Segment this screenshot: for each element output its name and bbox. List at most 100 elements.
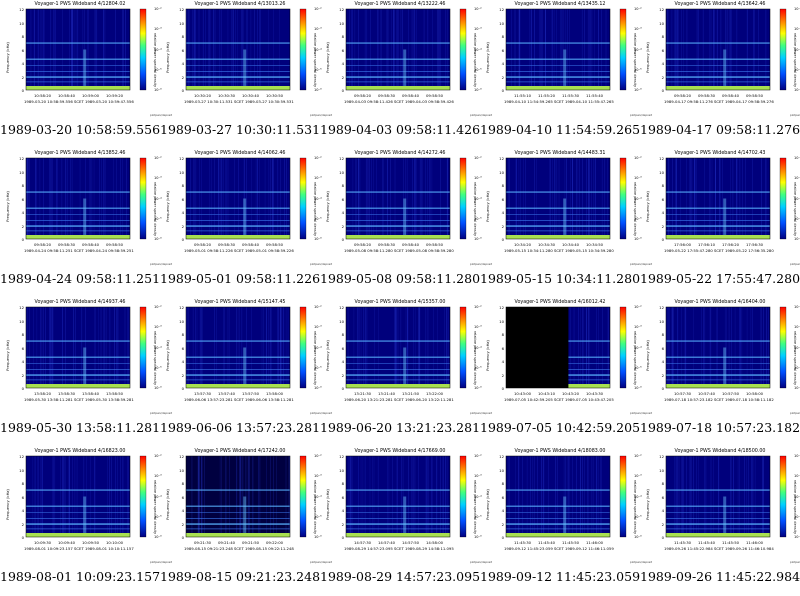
spectrogram-thumbnail[interactable]: Voyager-1 PWS Wideband 4/13222.46 12 10 8 6 4… [320,0,492,149]
x-tick-label: 10:59:00 [82,93,100,98]
y-axis-label: Frequency (kHz) [644,489,650,520]
x-tick-label: 11:45:50 [722,540,740,545]
colorbar [779,8,787,91]
y-tick-label: 10 [19,169,24,175]
x-tick-label: 09:58:20 [34,242,52,247]
colorbar [299,8,307,91]
y-tick-label: 12 [339,7,344,12]
spectrogram-thumbnail[interactable]: Voyager-1 PWS Wideband 4/14702.43 12 10 8 6 4… [640,149,800,298]
spectrogram-thumbnail[interactable]: Voyager-1 PWS Wideband 4/14937.46 12 10 8 6 4… [0,298,172,447]
spectrogram-gallery: Voyager-1 PWS Wideband 4/12804.02 12 10 8 6 4… [0,0,800,596]
x-tick-label: 14:57:30 [354,540,372,545]
x-tick-label: 11:45:40 [538,540,556,545]
y-tick-label: 6 [501,47,504,53]
spectrogram-thumbnail[interactable]: Voyager-1 PWS Wideband 4/13013.26 12 10 8 6 4… [160,0,332,149]
y-tick-label: 12 [499,7,504,12]
y-tick-label: 6 [21,494,24,500]
burst-column [563,49,567,86]
noise-floor [186,86,290,90]
y-tick-label: 0 [661,386,664,391]
x-tick-label: 09:58:40 [82,242,100,247]
spectrogram-thumbnail[interactable]: Voyager-1 PWS Wideband 4/13435.12 12 10 8 6 4… [480,0,652,149]
y-tick-label: 10 [339,20,344,26]
y-axis-label: Frequency (kHz) [164,42,170,73]
y-tick-label: 0 [341,386,344,391]
spectrogram-thumbnail[interactable]: Voyager-1 PWS Wideband 4/15357.00 12 10 8 6 4… [320,298,492,447]
time-range-label: 1989-05-30 13:58:11.281 SCET 1989-05-30 … [24,397,134,402]
thumbnail-caption: 1989-05-22 17:55:47.280 [640,271,800,286]
y-axis-label: Frequency (kHz) [644,42,650,73]
plot-title: Voyager-1 PWS Wideband 4/14062.46 [194,151,286,156]
time-range-label: 1989-04-17 09:58:11.276 SCET 1989-04-17 … [664,99,774,104]
x-tick-label: 09:58:40 [402,242,420,247]
y-tick-label: 12 [499,305,504,310]
y-axis-label: Frequency (kHz) [164,340,170,371]
burst-column [403,496,407,533]
colorbar-label: relative power spectral density [153,32,158,88]
x-tick-label: 09:58:50 [746,93,764,98]
spectrogram-thumbnail[interactable]: Voyager-1 PWS Wideband 4/16404.00 12 10 8 6 4… [640,298,800,447]
colorbar [619,157,627,240]
y-tick-label: 10 [499,20,504,26]
noise-floor [26,384,130,388]
y-tick-label: 0 [181,237,184,242]
y-axis-label: Frequency (kHz) [4,42,10,73]
y-tick-label: 0 [21,535,24,540]
y-tick-label: 0 [181,88,184,93]
colorbar [619,306,627,389]
x-tick-label: 09:58:50 [266,242,284,247]
y-tick-label: 2 [341,521,344,527]
y-tick-label: 4 [661,61,664,66]
y-tick-label: 12 [179,7,184,12]
spectrogram-thumbnail[interactable]: Voyager-1 PWS Wideband 4/16012.42 12 10 8 6 4… [480,298,652,447]
time-range-label: 1989-03-20 10:58:59.556 SCET 1989-03-20 … [24,99,134,104]
x-tick-label: 11:55:20 [538,93,556,98]
spectrogram-thumbnail[interactable]: Voyager-1 PWS Wideband 4/13852.46 12 10 8 6 4… [0,149,172,298]
y-tick-label: 0 [501,88,504,93]
y-tick-label: 0 [501,535,504,540]
spectrogram-thumbnail[interactable]: Voyager-1 PWS Wideband 4/14062.46 12 10 8 6 4… [160,149,332,298]
noise-floor [506,235,610,239]
spectrogram-thumbnail[interactable]: Voyager-1 PWS Wideband 4/17669.00 12 10 8 6 4… [320,447,492,596]
spectrogram-thumbnail[interactable]: Voyager-1 PWS Wideband 4/15147.45 12 10 8 6 4… [160,298,332,447]
y-tick-label: 2 [661,521,664,527]
y-tick-label: 6 [501,196,504,202]
y-tick-label: 4 [21,508,24,513]
colorbar [459,455,467,538]
y-tick-label: 12 [19,156,24,161]
colorbar [619,455,627,538]
spectrogram-thumbnail[interactable]: Voyager-1 PWS Wideband 4/12804.02 12 10 8 6 4… [0,0,172,149]
time-range-label: 1989-09-26 11:45:22.984 SCET 1989-09-26 … [664,546,774,551]
y-tick-label: 8 [21,332,24,337]
x-tick-label: 10:43:20 [562,391,580,396]
x-tick-label: 11:45:50 [562,540,580,545]
y-tick-label: 10 [339,169,344,175]
x-tick-label: 13:58:40 [82,391,100,396]
y-tick-label: 10 [19,20,24,26]
spectrogram-thumbnail[interactable]: Voyager-1 PWS Wideband 4/18500.00 12 10 8 6 4… [640,447,800,596]
x-tick-label: 09:58:30 [218,242,236,247]
colorbar [299,306,307,389]
spectrogram-thumbnail[interactable]: Voyager-1 PWS Wideband 4/14272.46 12 10 8 6 4… [320,149,492,298]
y-tick-label: 8 [341,183,344,188]
y-tick-label: 2 [21,372,24,378]
y-tick-label: 4 [501,359,504,364]
plot-title: Voyager-1 PWS Wideband 4/15147.45 [194,300,286,305]
spectrogram-thumbnail[interactable]: Voyager-1 PWS Wideband 4/13642.46 12 10 8 6 4… [640,0,800,149]
burst-column [243,198,247,235]
x-tick-label: 10:58:20 [34,93,52,98]
time-range-label: 1989-07-05 10:42:59.205 SCET 1989-07-05 … [504,397,614,402]
burst-column [723,198,727,235]
x-tick-label: 09:21:30 [194,540,212,545]
y-tick-label: 12 [179,156,184,161]
y-tick-label: 12 [499,156,504,161]
y-tick-label: 2 [341,223,344,229]
x-tick-label: 10:57:40 [698,391,716,396]
spectrogram-thumbnail[interactable]: Voyager-1 PWS Wideband 4/18083.00 12 10 8 6 4… [480,447,652,596]
y-tick-label: 8 [21,481,24,486]
x-tick-label: 09:22:00 [266,540,284,545]
spectrogram-thumbnail[interactable]: Voyager-1 PWS Wideband 4/17242.00 12 10 8 6 4… [160,447,332,596]
thumbnail-caption: 1989-05-08 09:58:11.280 [320,271,481,286]
spectrogram-thumbnail[interactable]: Voyager-1 PWS Wideband 4/16823.00 12 10 8 6 4… [0,447,172,596]
spectrogram-thumbnail[interactable]: Voyager-1 PWS Wideband 4/14483.31 12 10 8 6 4… [480,149,652,298]
